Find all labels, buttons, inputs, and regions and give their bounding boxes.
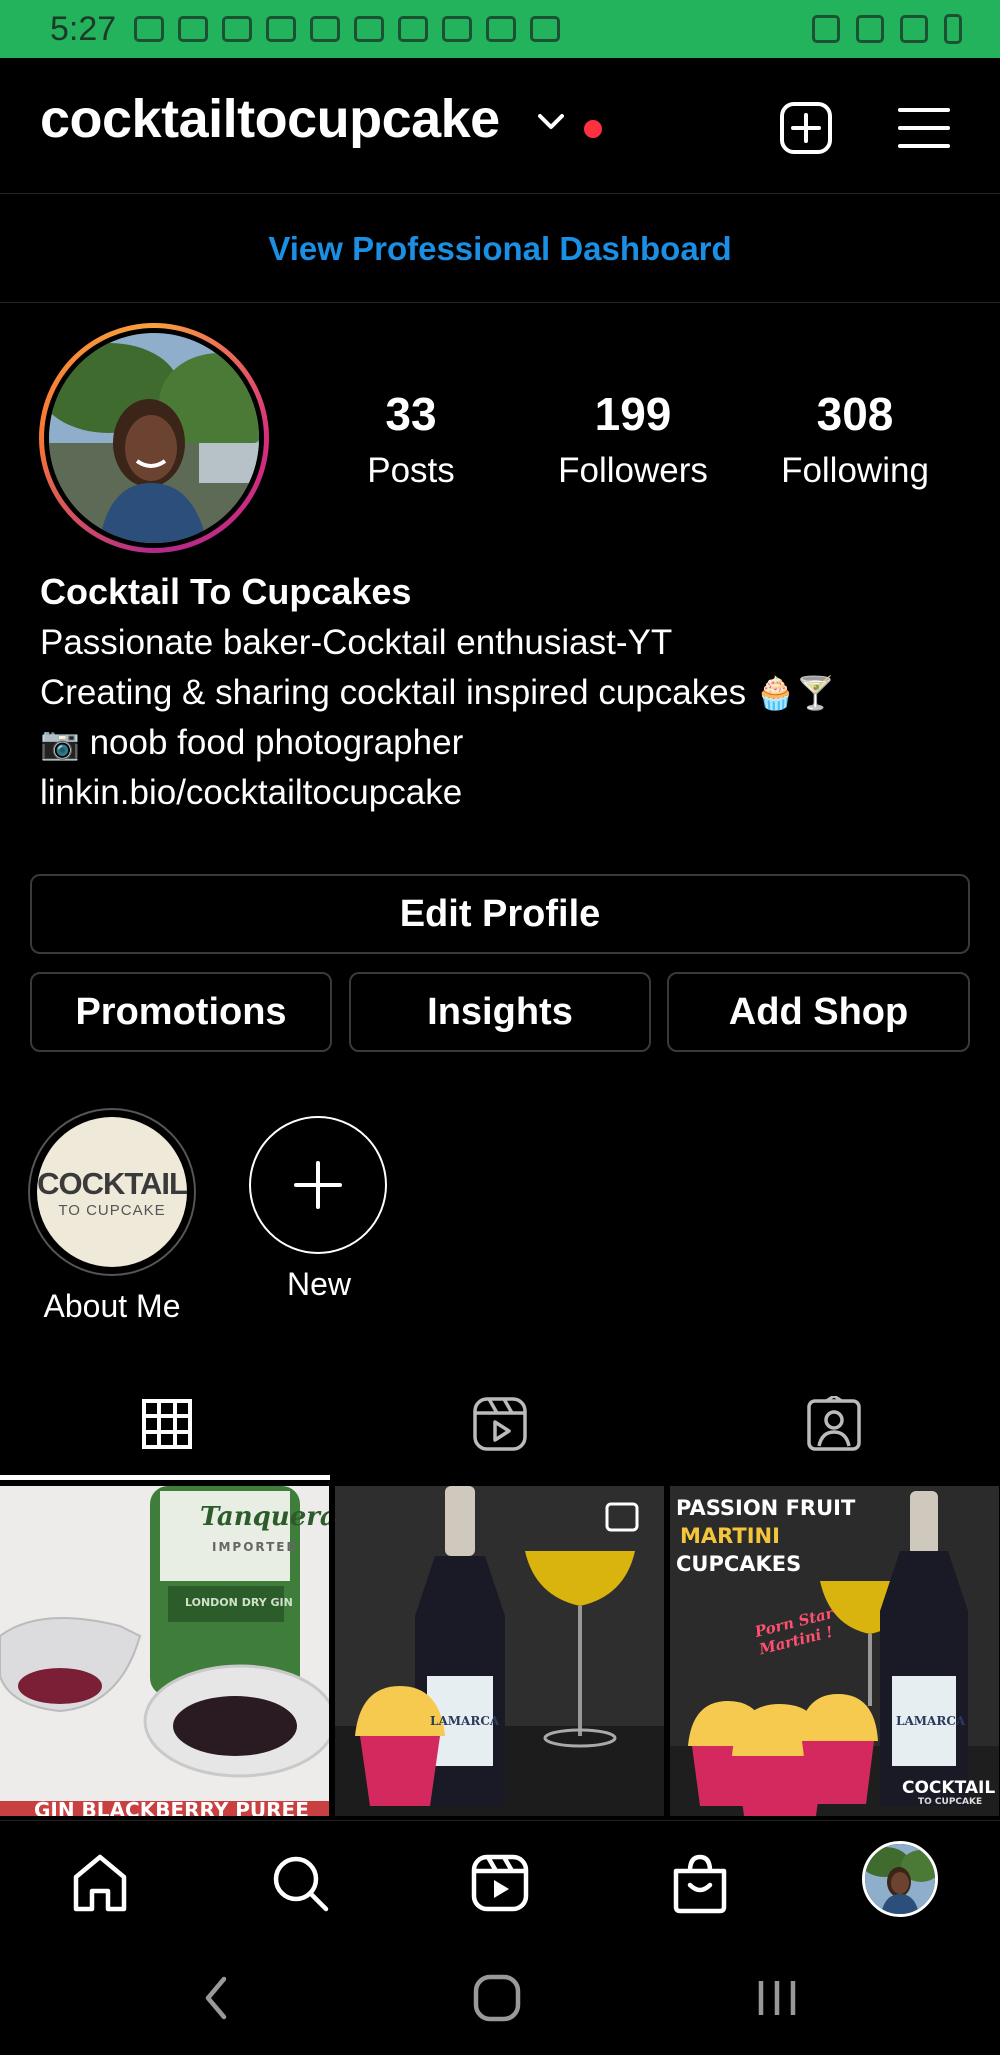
bottom-navigation	[0, 1820, 1000, 1945]
profile-avatar[interactable]	[39, 323, 269, 553]
insights-button[interactable]: Insights	[349, 972, 651, 1052]
tagged-icon	[806, 1396, 861, 1451]
system-navigation-bar	[0, 1945, 1000, 2055]
grid-icon	[141, 1399, 192, 1449]
battery-icon	[944, 14, 962, 44]
stat-followers-label: Followers	[558, 451, 708, 490]
new-highlight-ring	[249, 1116, 387, 1254]
tab-reels[interactable]	[333, 1368, 666, 1480]
alarm-icon	[812, 15, 840, 43]
chrome-icon	[398, 16, 429, 42]
tab-tagged[interactable]	[667, 1368, 1000, 1480]
profile-header: cocktailtocupcake	[0, 58, 1000, 194]
stat-following-value: 308	[816, 388, 894, 440]
voicemail-icon	[266, 16, 297, 42]
bio-line-1: Passionate baker-Cocktail enthusiast-YT	[40, 623, 673, 662]
cupcake-cocktail-emoji: 🧁🍸	[755, 675, 836, 711]
search-icon[interactable]	[268, 1851, 332, 1915]
signal-icon	[900, 15, 928, 43]
cocktail-to-cupcake-logo: COCKTAIL TO CUPCAKE	[37, 1117, 188, 1267]
highlight-about-me[interactable]: COCKTAIL TO CUPCAKE About Me	[28, 1108, 196, 1325]
image-icon	[486, 16, 517, 42]
notification-icons	[134, 16, 561, 42]
shop-icon[interactable]	[668, 1851, 732, 1915]
stat-following-label: Following	[781, 451, 929, 490]
highlight-about-me-label: About Me	[43, 1288, 181, 1324]
stat-followers-value: 199	[594, 388, 672, 440]
bio-line-2: Creating & sharing cocktail inspired cup…	[40, 673, 836, 712]
bottle-label: LAMARCA	[430, 1714, 500, 1728]
profile-bio: Cocktail To Cupcakes Passionate baker-Co…	[40, 566, 980, 818]
notification-dot	[584, 120, 602, 138]
post-title-3: CUPCAKES	[676, 1552, 802, 1576]
slack-icon	[442, 16, 473, 42]
calendar-icon	[530, 16, 561, 42]
highlight-new[interactable]: New	[249, 1116, 389, 1303]
phone-icon	[134, 16, 165, 42]
home-icon[interactable]	[68, 1851, 132, 1915]
post-title-1: PASSION FRUIT	[676, 1496, 856, 1520]
post-title-2: MARTINI	[680, 1524, 780, 1548]
username[interactable]: cocktailtocupcake	[40, 88, 500, 150]
wifi-icon	[856, 15, 884, 43]
bottle-sub-label-2: LONDON DRY GIN	[185, 1596, 293, 1609]
watermark-logo-top: COCKTAIL	[902, 1778, 996, 1798]
active-tab-indicator	[0, 1475, 330, 1480]
tab-grid[interactable]	[0, 1368, 333, 1480]
home-system-icon[interactable]	[472, 1973, 522, 2023]
post-thumbnail-2[interactable]: LAMARCA	[335, 1486, 664, 1816]
add-post-icon[interactable]	[778, 100, 834, 156]
highlight-new-label: New	[286, 1266, 351, 1302]
bottle-label: LAMARCA	[896, 1714, 966, 1728]
menu-icon[interactable]	[896, 100, 952, 156]
recents-icon[interactable]	[755, 1973, 799, 2023]
highlight-about-me-ring: COCKTAIL TO CUPCAKE	[28, 1108, 196, 1276]
add-shop-button[interactable]: Add Shop	[667, 972, 970, 1052]
camera-emoji: 📷	[40, 725, 80, 761]
bottle-sub-label: IMPORTED	[212, 1540, 299, 1554]
avatar-photo	[49, 333, 259, 543]
profile-tabs	[0, 1368, 1000, 1480]
chevron-down-icon[interactable]	[536, 110, 566, 134]
profile-avatar[interactable]	[862, 1841, 938, 1917]
status-bar: 5:27	[0, 0, 1000, 58]
dashboard-link-label: View Professional Dashboard	[268, 229, 732, 267]
app-w-icon	[222, 16, 253, 42]
bio-line-3: 📷 noob food photographer	[40, 723, 464, 762]
promotions-button[interactable]: Promotions	[30, 972, 332, 1052]
professional-dashboard-link[interactable]: View Professional Dashboard	[0, 195, 1000, 303]
post-thumbnail-3[interactable]: PASSION FRUIT MARTINI CUPCAKES Porn Star…	[670, 1486, 999, 1816]
app-m-icon	[354, 16, 385, 42]
bio-link[interactable]: linkin.bio/cocktailtocupcake	[40, 768, 980, 818]
stat-posts-value: 33	[385, 388, 437, 440]
app-w-icon	[178, 16, 209, 42]
status-time: 5:27	[50, 9, 117, 48]
post-thumbnail-1[interactable]: Tanqueray IMPORTED LONDON DRY GIN GIN BL…	[0, 1486, 329, 1816]
post-caption: GIN BLACKBERRY PUREE	[34, 1798, 309, 1816]
reels-icon	[472, 1397, 527, 1451]
back-icon[interactable]	[196, 1973, 236, 2023]
edit-profile-button[interactable]: Edit Profile	[30, 874, 970, 954]
stat-followers[interactable]: 199 Followers	[528, 382, 738, 496]
plus-icon	[294, 1161, 342, 1209]
profile-display-name: Cocktail To Cupcakes	[40, 571, 412, 612]
stat-posts[interactable]: 33 Posts	[306, 382, 516, 496]
stat-following[interactable]: 308 Following	[750, 382, 960, 496]
bottle-label: Tanqueray	[200, 1502, 329, 1532]
outlook-icon	[310, 16, 341, 42]
watermark-logo-bottom: TO CUPCAKE	[918, 1797, 983, 1807]
reels-icon[interactable]	[468, 1851, 532, 1915]
stat-posts-label: Posts	[367, 451, 455, 490]
